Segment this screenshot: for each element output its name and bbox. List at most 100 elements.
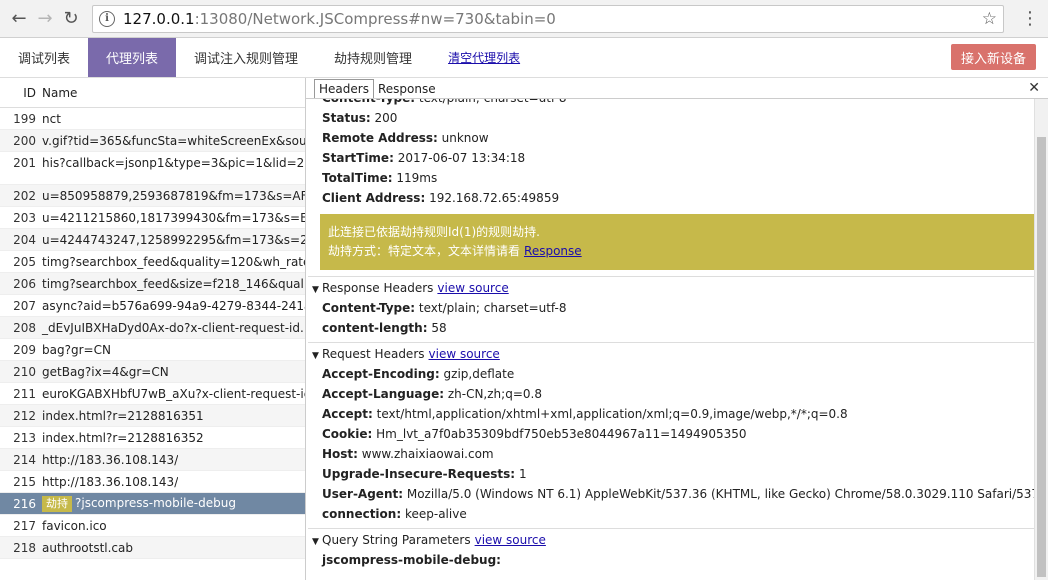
- row-id: 205: [13, 254, 36, 269]
- table-row[interactable]: 204 u=4244743247,1258992295&fm=173&s=28E.…: [0, 229, 305, 251]
- table-row[interactable]: 205 timg?searchbox_feed&quality=120&wh_ra…: [0, 251, 305, 273]
- request-headers-view-source[interactable]: view source: [429, 347, 500, 361]
- close-icon[interactable]: ✕: [1028, 80, 1040, 96]
- table-row[interactable]: 215 http://183.36.108.143/: [0, 471, 305, 493]
- query-params-section[interactable]: ▼ Query String Parameters view source: [308, 528, 1034, 550]
- row-name-text: authrootstl.cab: [42, 540, 134, 555]
- back-arrow-icon[interactable]: ←: [6, 6, 32, 32]
- triangle-down-icon[interactable]: ▼: [312, 345, 322, 367]
- table-row[interactable]: 201 his?callback=jsonp1&type=3&pic=1&lid=…: [0, 152, 305, 185]
- table-row[interactable]: 207 async?aid=b576a699-94a9-4279-8344-241…: [0, 295, 305, 317]
- info-icon[interactable]: i: [99, 10, 115, 27]
- response-link[interactable]: Response: [524, 244, 582, 258]
- query-param-field: jscompress-mobile-debug:: [322, 550, 1034, 570]
- response-headers-section[interactable]: ▼ Response Headers view source: [308, 276, 1034, 298]
- table-row[interactable]: 216 劫持 ?jscompress-mobile-debug: [0, 493, 305, 515]
- row-name-text: u=850958879,2593687819&fm=173&s=AF6...: [42, 188, 305, 203]
- list-header: ID Name: [0, 78, 305, 108]
- table-row[interactable]: 200 v.gif?tid=365&funcSta=whiteScreenEx&s…: [0, 130, 305, 152]
- row-name: v.gif?tid=365&funcSta=whiteScreenEx&sour…: [40, 134, 305, 148]
- row-name-text: euroKGABXHbfU7wB_aXu?x-client-request-ic…: [42, 386, 305, 401]
- row-name: u=850958879,2593687819&fm=173&s=AF6...: [40, 189, 305, 203]
- request-headers-section[interactable]: ▼ Request Headers view source: [308, 342, 1034, 364]
- detail-tabs: Headers Response ✕: [306, 78, 1048, 99]
- scrollbar-thumb[interactable]: [1037, 137, 1046, 577]
- row-id: 214: [13, 452, 36, 467]
- table-row[interactable]: 217 favicon.ico: [0, 515, 305, 537]
- table-row[interactable]: 203 u=4211215860,1817399430&fm=173&s=EA..…: [0, 207, 305, 229]
- response-headers-view-source[interactable]: view source: [437, 281, 508, 295]
- row-name-text: timg?searchbox_feed&quality=120&wh_rate.…: [42, 254, 305, 269]
- table-row[interactable]: 214 http://183.36.108.143/: [0, 449, 305, 471]
- header-value: unknow: [441, 131, 489, 145]
- row-name-text: v.gif?tid=365&funcSta=whiteScreenEx&sour…: [42, 133, 305, 148]
- table-row[interactable]: 213 index.html?r=2128816352: [0, 427, 305, 449]
- detail-scrollbar[interactable]: [1034, 99, 1048, 580]
- column-name-header[interactable]: Name: [40, 86, 77, 100]
- row-name-text: http://183.36.108.143/: [42, 452, 179, 467]
- header-key: User-Agent:: [322, 487, 404, 501]
- table-row[interactable]: 218 authrootstl.cab: [0, 537, 305, 559]
- new-device-button[interactable]: 接入新设备: [950, 44, 1036, 70]
- row-name-text: u=4244743247,1258992295&fm=173&s=28E...: [42, 232, 305, 247]
- request-headers-title: Request Headers: [322, 347, 425, 361]
- triangle-down-icon[interactable]: ▼: [312, 531, 322, 553]
- tab-hijack-rules[interactable]: 劫持规则管理: [316, 38, 430, 77]
- table-row[interactable]: 199 nct: [0, 108, 305, 130]
- header-key: Accept-Language:: [322, 387, 445, 401]
- request-header-field: Accept: text/html,application/xhtml+xml,…: [322, 404, 1034, 424]
- tab-debug-list[interactable]: 调试列表: [0, 38, 88, 77]
- url-text[interactable]: 127.0.0.1:13080/Network.JSCompress#nw=73…: [123, 10, 978, 28]
- row-id: 217: [13, 518, 36, 533]
- hijack-badge: 劫持: [42, 495, 72, 512]
- url-host: 127.0.0.1: [123, 9, 195, 28]
- tab-headers[interactable]: Headers: [314, 79, 374, 98]
- forward-arrow-icon[interactable]: →: [32, 6, 58, 32]
- header-key: jscompress-mobile-debug:: [322, 553, 501, 567]
- row-name: his?callback=jsonp1&type=3&pic=1&lid=29.…: [40, 156, 305, 170]
- table-row[interactable]: 209 bag?gr=CN: [0, 339, 305, 361]
- row-name: index.html?r=2128816352: [40, 431, 204, 445]
- table-row[interactable]: 211 euroKGABXHbfU7wB_aXu?x-client-request…: [0, 383, 305, 405]
- request-header-field: Cookie: Hm_lvt_a7f0ab35309bdf750eb53e804…: [322, 424, 1034, 444]
- general-field: Status: 200: [322, 108, 1034, 128]
- header-key: Accept:: [322, 407, 373, 421]
- tab-inject-rules[interactable]: 调试注入规则管理: [176, 38, 316, 77]
- triangle-down-icon[interactable]: ▼: [312, 279, 322, 301]
- tab-proxy-list[interactable]: 代理列表: [88, 38, 177, 77]
- header-value: Hm_lvt_a7f0ab35309bdf750eb53e8044967a11=…: [376, 427, 747, 441]
- header-key: TotalTime:: [322, 171, 393, 185]
- header-key: connection:: [322, 507, 402, 521]
- row-id: 206: [13, 276, 36, 291]
- clear-proxy-list-link[interactable]: 清空代理列表: [430, 38, 538, 77]
- address-bar[interactable]: i 127.0.0.1:13080/Network.JSCompress#nw=…: [92, 4, 1004, 33]
- table-row[interactable]: 202 u=850958879,2593687819&fm=173&s=AF6..…: [0, 185, 305, 207]
- browser-toolbar: ← → ↻ i 127.0.0.1:13080/Network.JSCompre…: [0, 0, 1048, 38]
- table-row[interactable]: 212 index.html?r=2128816351: [0, 405, 305, 427]
- reload-icon[interactable]: ↻: [58, 6, 84, 32]
- table-row[interactable]: 208 _dEvJuIBXHaDyd0Ax-do?x-client-request…: [0, 317, 305, 339]
- row-name-text: index.html?r=2128816351: [42, 408, 204, 423]
- query-params-title: Query String Parameters: [322, 533, 471, 547]
- row-name: async?aid=b576a699-94a9-4279-8344-241a9.…: [40, 299, 305, 313]
- table-row[interactable]: 210 getBag?ix=4&gr=CN: [0, 361, 305, 383]
- request-header-field: Host: www.zhaixiaowai.com: [322, 444, 1034, 464]
- request-list: ID Name 199 nct 200 v.gif?tid=365&funcSta=w…: [0, 78, 306, 580]
- general-field: Client Address: 192.168.72.65:49859: [322, 188, 1034, 208]
- bookmark-star-icon[interactable]: ☆: [982, 9, 997, 29]
- row-id: 218: [13, 540, 36, 555]
- row-name: bag?gr=CN: [40, 343, 111, 357]
- query-params-view-source[interactable]: view source: [475, 533, 546, 547]
- header-value: text/html,application/xhtml+xml,applicat…: [376, 407, 848, 421]
- row-name: favicon.ico: [40, 519, 107, 533]
- header-value: 2017-06-07 13:34:18: [397, 151, 526, 165]
- row-name: http://183.36.108.143/: [40, 475, 178, 489]
- row-id: 210: [13, 364, 36, 379]
- general-field: StartTime: 2017-06-07 13:34:18: [322, 148, 1034, 168]
- table-row[interactable]: 206 timg?searchbox_feed&size=f218_146&qua…: [0, 273, 305, 295]
- tab-response[interactable]: Response: [374, 80, 440, 98]
- more-vertical-icon[interactable]: ⋮: [1018, 9, 1042, 28]
- header-value: keep-alive: [404, 507, 467, 521]
- column-id-header[interactable]: ID: [0, 86, 40, 100]
- header-value: 119ms: [396, 171, 438, 185]
